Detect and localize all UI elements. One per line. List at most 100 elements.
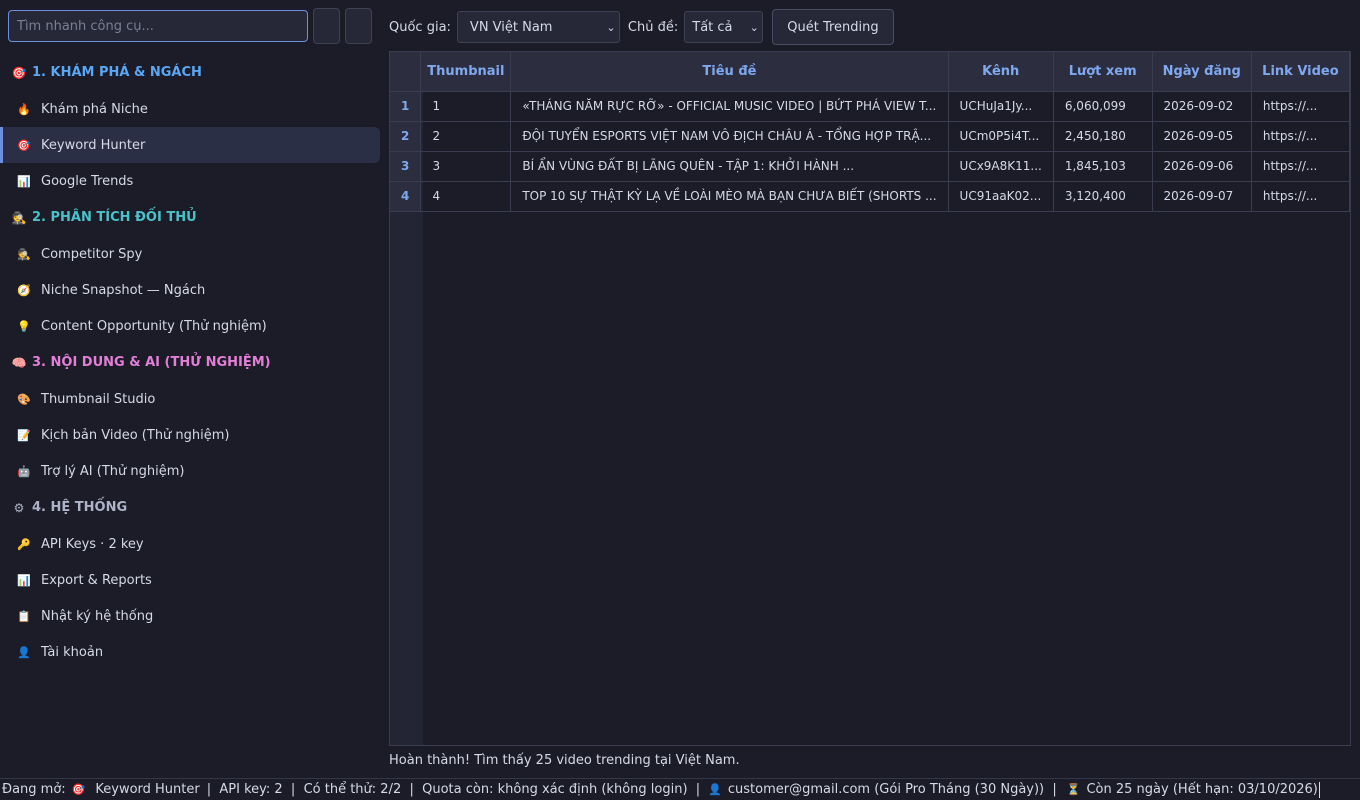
cell-channel[interactable]: UC91aaK02... (948, 181, 1054, 212)
table-row[interactable]: 3 3 BÍ ẨN VÙNG ĐẤT BỊ LÃNG QUÊN - TẬP 1:… (390, 151, 1350, 182)
cell-views[interactable]: 1,845,103 (1053, 151, 1153, 182)
search-row (8, 8, 372, 44)
sidebar-item-niche-discovery[interactable]: 🔥 Khám phá Niche (0, 91, 380, 127)
column-header-channel[interactable]: Kênh (948, 52, 1054, 92)
cell-channel[interactable]: UCx9A8K11... (948, 151, 1054, 182)
column-header-thumbnail[interactable]: Thumbnail (420, 52, 512, 92)
results-table: Thumbnail Tiêu đề Kênh Lượt xem Ngày đăn… (389, 51, 1351, 746)
sidebar-item-label: Niche Snapshot — Ngách (41, 282, 206, 298)
fire-icon: 🔥 (17, 102, 31, 116)
clear-button[interactable] (345, 8, 372, 44)
spy-icon: 🕵 (11, 210, 27, 225)
cell-channel[interactable]: UCHuJa1Jy... (948, 91, 1054, 122)
cell-date[interactable]: 2026-09-06 (1152, 151, 1252, 182)
results-grid: Thumbnail Tiêu đề Kênh Lượt xem Ngày đăn… (390, 52, 1350, 212)
cell-views[interactable]: 6,060,099 (1053, 91, 1153, 122)
sidebar-item-label: Competitor Spy (41, 246, 143, 262)
search-action-button[interactable] (313, 8, 340, 44)
sidebar-item-thumbnail-studio[interactable]: 🎨 Thumbnail Studio (0, 381, 380, 417)
open-tool-name: Keyword Hunter (95, 782, 200, 797)
sidebar-item-label: Khám phá Niche (41, 101, 148, 117)
toolbar: Quốc gia: VN Việt Nam ⌄ Chủ đề: Tất cả ⌄… (389, 9, 894, 45)
chevron-down-icon: ⌄ (749, 20, 759, 34)
sidebar-item-export-reports[interactable]: 📊 Export & Reports (0, 562, 380, 598)
sidebar-item-ai-assistant[interactable]: 🤖 Trợ lý AI (Thử nghiệm) (0, 453, 380, 489)
gear-icon: ⚙ (13, 500, 25, 515)
country-select-value: VN Việt Nam (469, 19, 553, 35)
row-number[interactable]: 4 (390, 181, 422, 212)
palette-icon: 🎨 (17, 392, 31, 406)
spy-icon: 🕵 (17, 247, 31, 261)
cell-link[interactable]: https://... (1251, 151, 1350, 182)
user-plan: customer@gmail.com (Gói Pro Tháng (30 Ng… (727, 782, 1057, 797)
column-header-date[interactable]: Ngày đăng (1152, 52, 1252, 92)
status-details: | API key: 2 | Có thể thử: 2/2 | Quota c… (206, 782, 701, 797)
open-label: Đang mở: (2, 782, 66, 797)
column-header-title[interactable]: Tiêu đề (510, 52, 949, 92)
cell-link[interactable]: https://... (1251, 91, 1350, 122)
section-header-system[interactable]: ⚙ 4. HỆ THỐNG (0, 489, 388, 526)
section-title: 4. HỆ THỐNG (32, 500, 128, 515)
cell-title[interactable]: «THÁNG NĂM RỰC RỠ» - OFFICIAL MUSIC VIDE… (510, 91, 949, 122)
status-message: Hoàn thành! Tìm thấy 25 video trending t… (389, 753, 740, 768)
sidebar-item-label: Keyword Hunter (41, 137, 146, 153)
cell-link[interactable]: https://... (1251, 121, 1350, 152)
table-row[interactable]: 4 4 TOP 10 SỰ THẬT KỲ LẠ VỀ LOÀI MÈO MÀ … (390, 181, 1350, 212)
sidebar-item-label: Google Trends (41, 173, 134, 189)
column-header-link[interactable]: Link Video (1251, 52, 1350, 92)
cell-title[interactable]: ĐỘI TUYỂN ESPORTS VIỆT NAM VÔ ĐỊCH CHÂU … (510, 121, 949, 152)
sidebar-item-competitor-spy[interactable]: 🕵 Competitor Spy (0, 236, 380, 272)
row-number[interactable]: 1 (390, 91, 422, 122)
clipboard-icon: 📋 (17, 609, 31, 623)
hourglass-icon: ⏳ (1066, 783, 1081, 796)
sidebar-item-system-log[interactable]: 📋 Nhật ký hệ thống (0, 598, 380, 634)
table-row[interactable]: 1 1 «THÁNG NĂM RỰC RỠ» - OFFICIAL MUSIC … (390, 91, 1350, 122)
search-input[interactable] (8, 10, 308, 42)
sidebar-item-content-opportunity[interactable]: 💡 Content Opportunity (Thử nghiệm) (0, 308, 380, 344)
cell-channel[interactable]: UCm0P5i4T... (948, 121, 1054, 152)
table-row[interactable]: 2 2 ĐỘI TUYỂN ESPORTS VIỆT NAM VÔ ĐỊCH C… (390, 121, 1350, 152)
sidebar-item-keyword-hunter[interactable]: 🎯 Keyword Hunter (0, 127, 380, 163)
user-icon: 👤 (708, 783, 722, 796)
country-select[interactable]: VN Việt Nam ⌄ (456, 11, 620, 43)
topic-select[interactable]: Tất cả ⌄ (684, 11, 764, 43)
cell-link[interactable]: https://... (1251, 181, 1350, 212)
sidebar: 🎯 1. KHÁM PHÁ & NGÁCH 🔥 Khám phá Niche 🎯… (0, 0, 388, 778)
chevron-down-icon: ⌄ (606, 20, 616, 34)
section-header-content-ai[interactable]: 🧠 3. NỘI DUNG & AI (THỬ NGHIỆM) (0, 344, 388, 381)
cell-thumbnail[interactable]: 2 (420, 121, 512, 152)
cell-title[interactable]: BÍ ẨN VÙNG ĐẤT BỊ LÃNG QUÊN - TẬP 1: KHỞ… (510, 151, 949, 182)
bar-chart-icon: 📊 (17, 174, 31, 188)
sidebar-item-api-keys[interactable]: 🔑 API Keys · 2 key (0, 526, 380, 562)
topic-select-value: Tất cả (692, 19, 733, 35)
memo-icon: 📝 (17, 428, 31, 442)
sidebar-item-label: Kịch bản Video (Thử nghiệm) (41, 427, 230, 443)
scan-trending-button[interactable]: Quét Trending (772, 9, 894, 45)
table-corner[interactable] (390, 52, 422, 92)
sidebar-item-video-script[interactable]: 📝 Kịch bản Video (Thử nghiệm) (0, 417, 380, 453)
cell-date[interactable]: 2026-09-02 (1152, 91, 1252, 122)
section-title: 1. KHÁM PHÁ & NGÁCH (32, 65, 202, 80)
column-header-views[interactable]: Lượt xem (1053, 52, 1153, 92)
target-icon: 🎯 (17, 138, 31, 152)
sidebar-item-account[interactable]: 👤 Tài khoản (0, 634, 380, 670)
section-header-competitor[interactable]: 🕵 2. PHÂN TÍCH ĐỐI THỦ (0, 199, 388, 236)
cell-date[interactable]: 2026-09-05 (1152, 121, 1252, 152)
cell-thumbnail[interactable]: 4 (420, 181, 512, 212)
cell-thumbnail[interactable]: 3 (420, 151, 512, 182)
cell-title[interactable]: TOP 10 SỰ THẬT KỲ LẠ VỀ LOÀI MÈO MÀ BẠN … (510, 181, 949, 212)
key-icon: 🔑 (17, 537, 31, 551)
cell-views[interactable]: 3,120,400 (1053, 181, 1153, 212)
cell-views[interactable]: 2,450,180 (1053, 121, 1153, 152)
section-header-discovery[interactable]: 🎯 1. KHÁM PHÁ & NGÁCH (0, 54, 388, 91)
sidebar-item-google-trends[interactable]: 📊 Google Trends (0, 163, 380, 199)
cell-date[interactable]: 2026-09-07 (1152, 181, 1252, 212)
bar-chart-icon: 📊 (17, 573, 31, 587)
remaining-days: Còn 25 ngày (Hết hạn: 03/10/2026) (1086, 782, 1318, 797)
robot-icon: 🤖 (17, 464, 31, 478)
row-number[interactable]: 2 (390, 121, 422, 152)
target-icon: 🎯 (11, 65, 27, 80)
sidebar-item-niche-snapshot[interactable]: 🧭 Niche Snapshot — Ngách (0, 272, 380, 308)
cell-thumbnail[interactable]: 1 (420, 91, 512, 122)
row-number[interactable]: 3 (390, 151, 422, 182)
